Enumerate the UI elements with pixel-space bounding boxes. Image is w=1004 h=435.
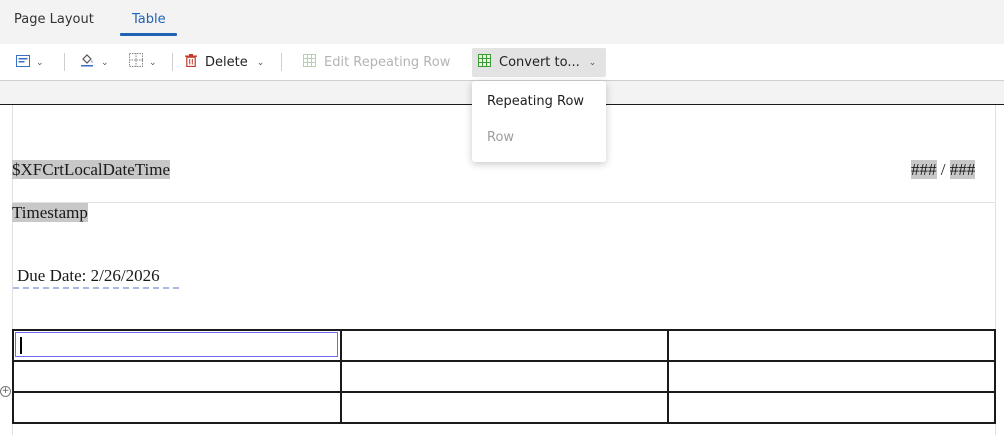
chevron-down-icon: ⌄: [149, 57, 157, 68]
cell-borders-dropdown[interactable]: ⌄: [129, 44, 157, 81]
table-cell-r1-c3[interactable]: [669, 331, 994, 360]
tab-page-layout[interactable]: Page Layout: [14, 12, 94, 27]
cell-align-dropdown[interactable]: ⌄: [16, 44, 44, 81]
due-date-text[interactable]: Due Date: 2/26/2026: [17, 266, 160, 286]
table-toolbar: ⌄ ⌄ ⌄ Delete ⌄ Edit Repeating Row Conver…: [0, 44, 1004, 81]
chevron-down-icon: ⌄: [256, 57, 265, 68]
table-green-icon: [478, 53, 491, 72]
header-page-number-field[interactable]: ### / ###: [911, 160, 976, 180]
delete-dropdown-button[interactable]: Delete ⌄: [185, 44, 264, 81]
header-datetime-text: $XFCrtLocalDateTime: [12, 160, 171, 179]
delete-label: Delete: [205, 55, 248, 70]
table-cell-r1-c2[interactable]: [342, 331, 667, 360]
menu-item-repeating-row[interactable]: Repeating Row: [472, 83, 606, 119]
edit-repeating-row-button[interactable]: Edit Repeating Row: [303, 44, 450, 81]
ribbon-tab-bar: Page Layout Table: [0, 0, 1004, 44]
tab-table[interactable]: Table: [132, 12, 166, 27]
header-divider: [12, 202, 996, 203]
selected-cell-outline: [15, 332, 338, 357]
page-number-current: ###: [911, 160, 937, 179]
borders-grid-icon: [129, 53, 143, 72]
text-caret: [20, 337, 22, 354]
table-grid[interactable]: [12, 329, 996, 424]
cell-shading-dropdown[interactable]: ⌄: [80, 44, 109, 81]
table-cell-r3-c2[interactable]: [342, 393, 667, 422]
timestamp-text: Timestamp: [12, 203, 88, 222]
page-number-total: ###: [949, 160, 976, 179]
trash-icon: [185, 53, 197, 72]
convert-to-menu: Repeating Row Row: [472, 81, 606, 162]
insert-row-plus-icon[interactable]: +: [0, 386, 11, 397]
chevron-down-icon: ⌄: [101, 57, 109, 68]
menu-item-row[interactable]: Row: [472, 119, 606, 155]
convert-to-label: Convert to...: [499, 55, 580, 70]
table-cell-r2-c2[interactable]: [342, 362, 667, 391]
convert-to-dropdown-button[interactable]: Convert to... ⌄: [472, 48, 606, 77]
table-cell-r2-c3[interactable]: [669, 362, 994, 391]
table-cell-r3-c1[interactable]: [14, 393, 340, 422]
chevron-down-icon: ⌄: [588, 57, 597, 68]
table-cell-r2-c1[interactable]: [14, 362, 340, 391]
header-datetime-field[interactable]: $XFCrtLocalDateTime: [12, 160, 171, 180]
paint-bucket-icon: [80, 53, 95, 72]
toolbar-separator: [172, 53, 173, 71]
timestamp-field[interactable]: Timestamp: [12, 203, 88, 223]
due-date-dashed-underline: [13, 287, 179, 289]
align-left-icon: [16, 54, 30, 72]
toolbar-separator: [281, 53, 282, 71]
edit-repeating-row-label: Edit Repeating Row: [324, 55, 451, 70]
chevron-down-icon: ⌄: [36, 57, 44, 68]
table-icon: [303, 53, 316, 72]
toolbar-separator: [64, 53, 65, 71]
table-cell-r3-c3[interactable]: [669, 393, 994, 422]
active-tab-indicator: [120, 33, 177, 36]
page-number-separator: /: [936, 160, 950, 179]
